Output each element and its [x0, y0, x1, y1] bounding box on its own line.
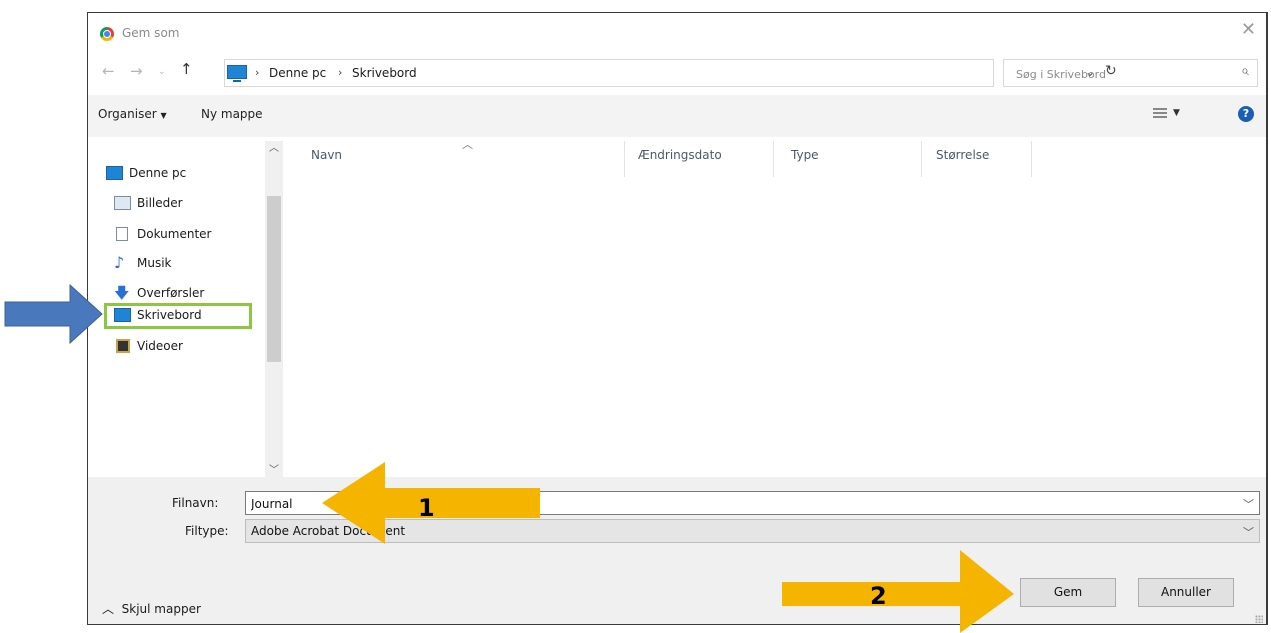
arrow-number-1: 1	[418, 494, 435, 522]
blue-arrow	[4, 283, 103, 345]
annotation-overlay: 1 2	[4, 283, 1014, 633]
arrow-number-2: 2	[870, 582, 887, 610]
orange-arrow-2	[782, 550, 1014, 633]
